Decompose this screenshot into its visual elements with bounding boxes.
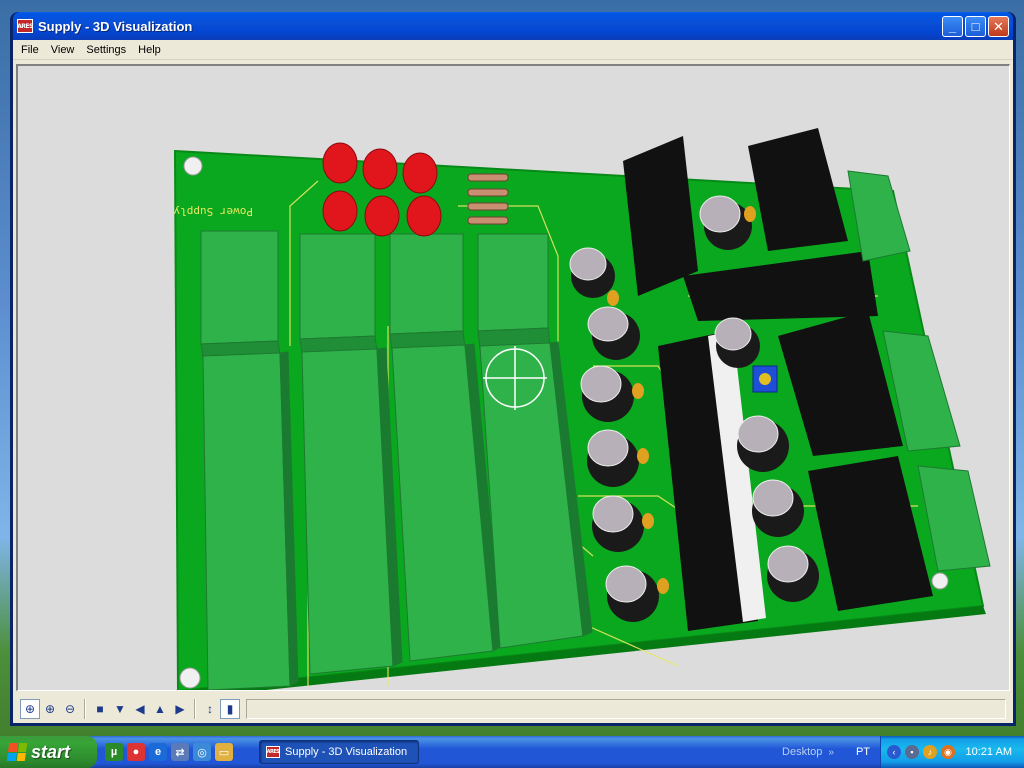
taskbar-window-button[interactable]: ARES Supply - 3D Visualization	[259, 740, 419, 764]
zoom-out-icon[interactable]: ⊖	[60, 699, 80, 719]
mounting-hole	[931, 572, 949, 590]
maximize-button[interactable]: □	[965, 15, 986, 37]
taskbar-window-title: Supply - 3D Visualization	[285, 746, 408, 758]
status-field	[246, 699, 1006, 719]
folder-icon[interactable]: ▭	[215, 743, 233, 761]
mounting-hole	[179, 667, 201, 689]
menu-file[interactable]: File	[15, 42, 45, 58]
volume-icon[interactable]: ♪	[923, 745, 937, 759]
view-right-icon[interactable]: ▶	[170, 699, 190, 719]
quick-launch: µ ● e ⇄ ◎ ▭	[97, 743, 241, 761]
menu-settings[interactable]: Settings	[80, 42, 132, 58]
toolbar-separator	[84, 699, 86, 719]
ares-app-icon: ARES	[266, 746, 280, 758]
3d-viewport[interactable]: Power Supply	[16, 64, 1010, 691]
zoom-in-icon[interactable]: ⊕	[40, 699, 60, 719]
view-left-icon[interactable]: ◀	[130, 699, 150, 719]
app-window: ARES Supply - 3D Visualization _ □ ✕ Fil…	[10, 12, 1016, 726]
security-icon[interactable]: ◉	[941, 745, 955, 759]
pcb-3d-render[interactable]: Power Supply	[18, 66, 1010, 691]
network-icon[interactable]: ⇄	[171, 743, 189, 761]
desktop-toolbar-label[interactable]: Desktop	[782, 746, 822, 758]
utorrent-icon[interactable]: µ	[105, 743, 123, 761]
start-button[interactable]: start	[0, 736, 97, 768]
network-tray-icon[interactable]: ▪	[905, 745, 919, 759]
mounting-hole	[183, 156, 203, 176]
language-indicator[interactable]: PT	[856, 746, 870, 758]
start-label: start	[31, 741, 71, 762]
window-title: Supply - 3D Visualization	[38, 18, 193, 34]
pan-icon[interactable]: ⊕	[20, 699, 40, 719]
close-button[interactable]: ✕	[988, 15, 1009, 37]
terminal-blocks-top	[200, 230, 551, 360]
system-tray: ‹ ▪ ♪ ◉ 10:21 AM	[880, 736, 1024, 768]
ares-app-icon: ARES	[17, 19, 33, 33]
minimize-button[interactable]: _	[942, 15, 963, 37]
view-top-icon[interactable]: ■	[90, 699, 110, 719]
title-bar[interactable]: ARES Supply - 3D Visualization _ □ ✕	[13, 12, 1013, 40]
component-toggle-icon[interactable]: ▮	[220, 699, 240, 719]
media-icon[interactable]: ◎	[193, 743, 211, 761]
chevron-right-icon[interactable]: »	[828, 747, 834, 758]
view-back-icon[interactable]: ▲	[150, 699, 170, 719]
menu-help[interactable]: Help	[132, 42, 167, 58]
taskbar: start µ ● e ⇄ ◎ ▭ ARES Supply - 3D Visua…	[0, 736, 1024, 768]
view-front-icon[interactable]: ▼	[110, 699, 130, 719]
ie-icon[interactable]: e	[149, 743, 167, 761]
height-scale-icon[interactable]: ↕	[200, 699, 220, 719]
menu-bar: File View Settings Help	[13, 40, 1013, 60]
window-client-area: File View Settings Help Power Supply ⊕ ⊕…	[13, 40, 1013, 723]
chevron-left-icon[interactable]: ‹	[887, 745, 901, 759]
menu-view[interactable]: View	[45, 42, 81, 58]
toolbar-separator	[194, 699, 196, 719]
view-toolbar: ⊕ ⊕ ⊖ ■ ▼ ◀ ▲ ▶ ↕ ▮	[16, 696, 1010, 722]
clock[interactable]: 10:21 AM	[966, 746, 1012, 758]
windows-logo-icon	[6, 743, 28, 761]
chrome-icon[interactable]: ●	[127, 743, 145, 761]
silkscreen-label: Power Supply	[173, 205, 253, 218]
